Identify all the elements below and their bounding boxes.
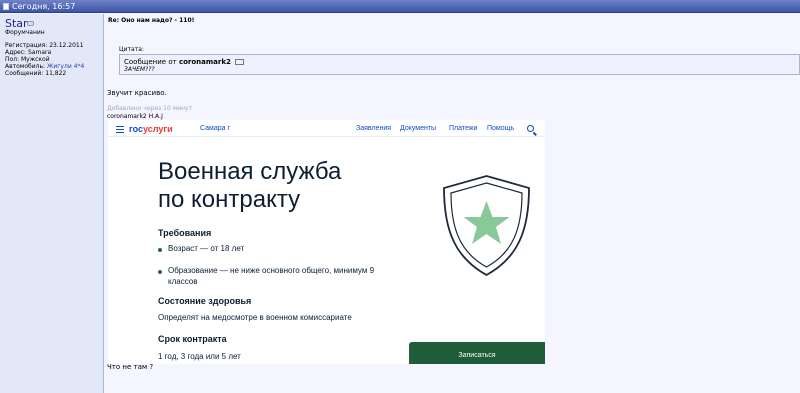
requirement-education-cont: классов <box>168 277 198 286</box>
search-icon <box>527 125 534 132</box>
requirements-heading: Требования <box>158 228 212 238</box>
user-rank: Форумчанин <box>5 29 45 36</box>
post-header-bar: Сегодня, 16:57 <box>0 0 800 13</box>
user-info-gender: Пол: Мужской <box>5 56 50 63</box>
post-title: Re: Оно нам надо? - 110! <box>108 17 195 24</box>
gosuslugi-screenshot: госуслуги Самара г Заявления Документы П… <box>108 120 545 364</box>
bullet-icon <box>158 248 162 252</box>
user-sidebar: Star Форумчанин Регистрация: 23.12.2011 … <box>0 14 104 393</box>
post-date: Сегодня, 16:57 <box>12 2 76 11</box>
quote-text: ЗАЧЕМ??? <box>124 66 155 73</box>
added-note: Добавлено через 10 минут <box>107 105 193 112</box>
page-icon <box>3 3 9 10</box>
nav-help: Помощь <box>487 125 515 132</box>
car-link[interactable]: Жигули 4*4 <box>47 63 84 70</box>
requirement-age: Возраст — от 18 лет <box>168 244 245 253</box>
menu-icon <box>116 126 124 133</box>
quote-author: coronamark2 <box>178 58 231 66</box>
offline-status-icon <box>27 21 34 26</box>
nav-documents: Документы <box>400 125 437 132</box>
user-info-address: Адрес: Samara <box>5 49 52 56</box>
user-info-car: Автомобиль: Жигули 4*4 <box>5 63 85 70</box>
view-post-icon[interactable] <box>235 59 245 65</box>
quote-label: Цитата: <box>119 46 144 53</box>
nav-payments: Платежи <box>449 125 478 132</box>
contract-text: 1 год, 3 года или 5 лет <box>158 352 241 361</box>
city-selector: Самара г <box>200 125 231 132</box>
signup-button: Записаться <box>409 342 545 364</box>
contract-heading: Срок контракта <box>158 334 227 344</box>
gosuslugi-header: госуслуги Самара г Заявления Документы П… <box>108 120 545 137</box>
health-text: Определят на медосмотре в военном комисс… <box>158 313 352 322</box>
bullet-icon <box>158 270 162 274</box>
service-title: Военная служба по контракту <box>158 158 342 213</box>
shield-star-icon <box>443 175 530 277</box>
signature-line: coronamark2 Н.А.J <box>107 113 163 120</box>
reply-question: Что не там ? <box>107 363 154 371</box>
user-info-registration: Регистрация: 23.12.2011 <box>5 42 84 49</box>
gosuslugi-logo: госуслуги <box>129 124 173 134</box>
nav-applications: Заявления <box>356 125 392 132</box>
quote-source: Сообщение от coronamark2 <box>124 58 245 66</box>
user-info-posts: Сообщений: 11,822 <box>5 70 67 77</box>
quote-box: Сообщение от coronamark2 ЗАЧЕМ??? <box>119 54 800 75</box>
health-heading: Состояние здоровья <box>158 296 252 306</box>
requirement-education: Образование — не ниже основного общего, … <box>168 266 375 275</box>
reply-text: Звучит красиво. <box>107 89 167 97</box>
post-body: Re: Оно нам надо? - 110! Цитата: Сообщен… <box>105 14 800 393</box>
